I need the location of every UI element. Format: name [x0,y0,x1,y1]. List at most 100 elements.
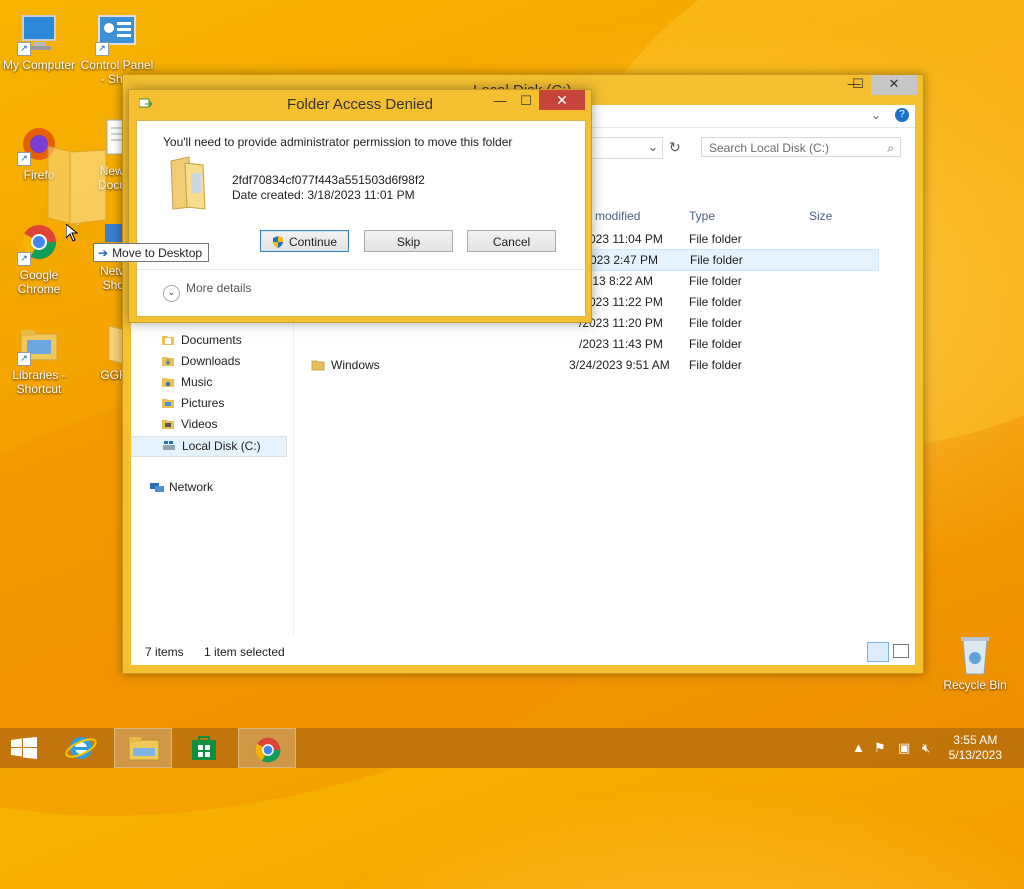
shortcut-arrow-icon: ↗ [17,352,31,366]
nav-item-pictures[interactable]: Pictures [161,396,224,410]
icon-label: Control Panel [80,58,154,72]
row-type: File folder [689,358,742,372]
show-hidden-icons-chevron-icon[interactable]: ▲ [852,740,865,755]
refresh-icon[interactable]: ↻ [669,139,681,156]
internet-explorer-icon [65,737,97,759]
taskbar-internet-explorer[interactable] [52,728,110,768]
nav-item-downloads[interactable]: Downloads [161,354,240,368]
maximize-icon: ☐ [520,93,532,108]
icon-label: Recycle Bin [943,678,1007,692]
desktop-icon-libraries[interactable]: ↗ Libraries - Shortcut [0,322,78,396]
icon-label: Chrome [17,282,61,296]
help-icon[interactable]: ? [895,108,909,122]
recycle-bin-icon [953,632,997,676]
search-input[interactable]: Search Local Disk (C:) ⌕ [701,137,901,157]
row-type: File folder [689,337,742,351]
row-type: File folder [689,316,742,330]
dialog-body: You'll need to provide administrator per… [136,120,586,317]
icon-label: Google [19,268,59,282]
icon-label: My Computer [2,58,76,72]
nav-item-network[interactable]: Network [149,480,213,494]
nav-label: Music [181,375,213,389]
details-view-icon[interactable] [867,642,889,662]
chrome-icon [255,737,281,763]
dialog-minimize-button[interactable]: — [487,92,513,112]
desktop-icon-recycle-bin[interactable]: Recycle Bin [936,632,1014,692]
status-item-count: 7 items [145,645,184,659]
column-header-date-modified[interactable]: e modified [585,209,640,223]
search-icon: ⌕ [887,141,894,155]
taskbar: ▲ ⚑ ▣ 🔇︎ 3:55 AM 5/13/2023 [0,728,1024,768]
folder-access-denied-dialog[interactable]: Folder Access Denied — ☐ ✕ You'll need t… [128,89,592,323]
drive-icon [162,440,176,452]
status-selected-count: 1 item selected [204,645,285,659]
continue-button[interactable]: Continue [260,230,349,252]
column-header-size[interactable]: Size [809,209,832,223]
dialog-maximize-button[interactable]: ☐ [513,92,539,112]
skip-button[interactable]: Skip [364,230,453,252]
search-placeholder: Search Local Disk (C:) [709,141,830,155]
system-clock[interactable]: 3:55 AM 5/13/2023 [949,733,1002,763]
nav-label: Downloads [181,354,241,368]
maximize-button[interactable]: ☐ [845,75,871,95]
documents-icon [161,334,175,346]
downloads-icon [161,355,175,367]
control-panel-icon: ↗ [95,12,139,56]
computer-icon: ↗ [17,12,61,56]
large-icons-view-icon[interactable] [893,644,909,658]
dialog-message: You'll need to provide administrator per… [163,135,513,149]
column-header-type[interactable]: Type [689,209,715,223]
pictures-icon [161,397,175,409]
more-details-toggle[interactable]: ⌄ More details [163,281,251,302]
navigation-pane: Documents Downloads Music Pictures Video… [131,325,294,635]
desktop-icon-my-computer[interactable]: ↗ My Computer [0,12,78,72]
network-status-icon[interactable]: ▣ [898,740,910,756]
shortcut-arrow-icon: ↗ [17,252,31,266]
nav-item-videos[interactable]: Videos [161,417,217,431]
file-row[interactable]: /2023 11:43 PM File folder [291,334,879,354]
mouse-cursor-icon [65,222,79,245]
close-icon: ✕ [556,92,568,108]
action-center-flag-icon[interactable]: ⚑ [874,740,886,756]
clock-time: 3:55 AM [953,733,998,747]
store-icon [192,736,216,760]
nav-label: Local Disk (C:) [182,439,261,453]
shortcut-arrow-icon: ↗ [95,42,109,56]
taskbar-file-explorer[interactable] [114,728,172,768]
row-type: File folder [690,253,743,267]
start-button[interactable] [0,728,58,768]
chevron-down-icon[interactable]: ⌄ [871,108,881,122]
arrow-right-icon: ➔ [98,246,109,260]
nav-label: Documents [181,333,242,347]
close-button[interactable]: ✕ [871,75,917,95]
taskbar-chrome[interactable] [238,728,296,768]
row-modified: 3/24/2023 9:51 AM [569,358,670,372]
volume-muted-icon[interactable]: 🔇︎ [922,740,930,756]
file-explorer-icon [128,737,160,761]
music-icon [161,376,175,388]
uac-shield-icon [272,233,284,248]
chevron-down-icon: ⌄ [163,285,180,302]
row-type: File folder [689,232,742,246]
dialog-close-button[interactable]: ✕ [539,90,585,110]
nav-label: Network [169,480,214,494]
cancel-button[interactable]: Cancel [467,230,556,252]
dropdown-chevron-icon[interactable]: ⌄ [648,140,658,154]
nav-item-local-disk[interactable]: Local Disk (C:) [131,436,287,457]
close-icon: ✕ [888,76,900,91]
file-row-windows[interactable]: Windows 3/24/2023 9:51 AM File folder [291,355,879,375]
nav-label: Pictures [181,396,225,410]
network-icon [149,481,164,493]
row-modified: /2023 11:43 PM [579,337,663,351]
windows-logo-icon [11,737,37,759]
continue-label: Continue [288,235,338,249]
drag-tooltip: ➔ Move to Desktop [93,243,209,262]
nav-label: Videos [181,417,218,431]
status-bar: 7 items 1 item selected [131,639,915,665]
folder-icon [167,151,219,213]
clock-date: 5/13/2023 [948,748,1002,762]
nav-item-documents[interactable]: Documents [161,333,242,347]
taskbar-store[interactable] [176,728,234,768]
nav-item-music[interactable]: Music [161,375,212,389]
icon-label: Shortcut [16,382,62,396]
